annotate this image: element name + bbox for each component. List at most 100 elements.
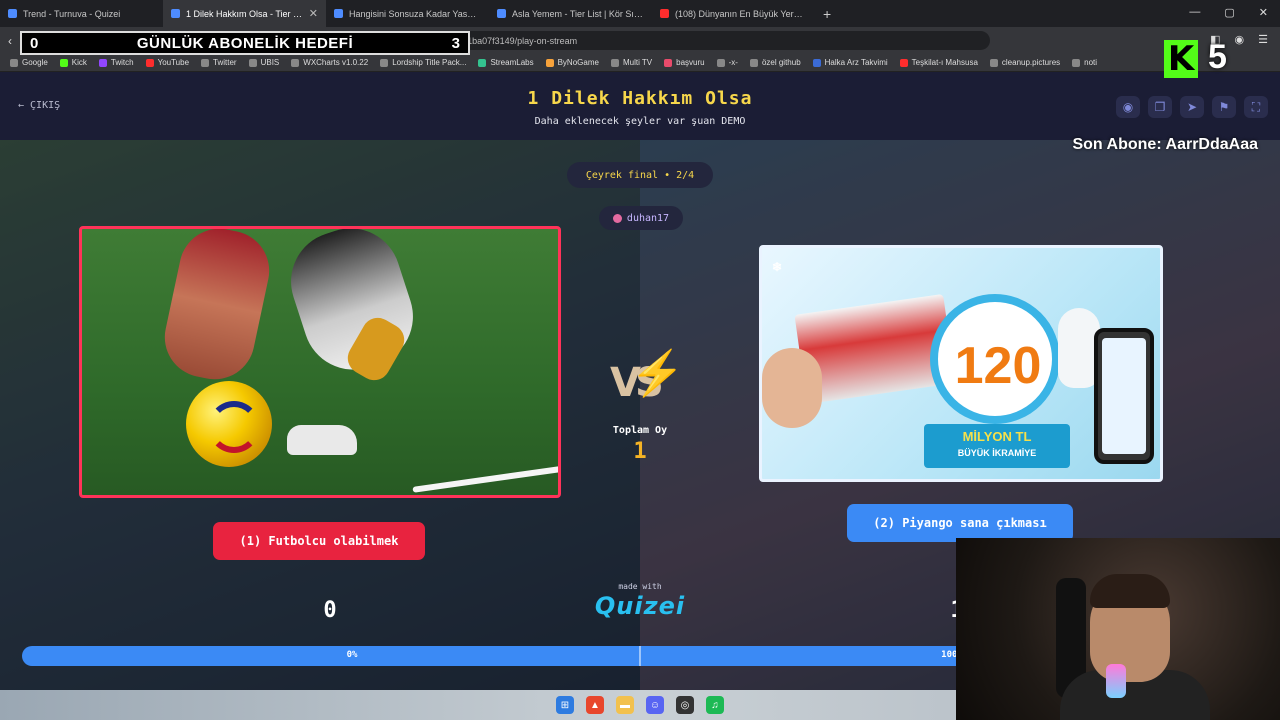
bookmark-icon xyxy=(145,58,154,67)
tab-title: Hangisini Sonsuza Kadar Yasaklardın? xyxy=(349,8,481,19)
tab-title: Asla Yemem - Tier List | Kör Sıralama xyxy=(512,8,644,19)
prize-number: 120 xyxy=(954,337,1042,395)
tab-title: Trend - Turnuva - Quizei xyxy=(23,8,121,19)
minimize-icon[interactable]: — xyxy=(1189,6,1200,19)
header-actions: ◉ ❐ ➤ ⚑ ⛶ xyxy=(1116,96,1268,118)
bookmark-icon xyxy=(59,58,68,67)
bookmarks-bar: Google Kick Twitch YouTube Twitter UBIS … xyxy=(0,54,1280,72)
eye-icon[interactable]: ◉ xyxy=(1116,96,1140,118)
bookmark-label: Teşkilat-ı Mahsusa xyxy=(911,58,978,67)
last-subscriber-overlay: Son Abone: AarrDdaAaa xyxy=(1072,136,1258,153)
page-subtitle: Daha eklenecek şeyler var şuan DEMO xyxy=(534,116,746,127)
bookmark-icon xyxy=(248,58,257,67)
bookmark-icon xyxy=(201,58,210,67)
goal-title: GÜNLÜK ABONELİK HEDEFİ xyxy=(136,34,354,52)
bookmark[interactable]: YouTube xyxy=(145,58,190,67)
goal-min: 0 xyxy=(30,34,39,52)
boot xyxy=(287,425,357,455)
bookmark-label: Halka Arz Takvimi xyxy=(824,58,888,67)
prize-line: MİLYON TL xyxy=(962,429,1032,444)
bookmark-icon xyxy=(10,58,18,67)
bookmark-label: Google xyxy=(22,58,48,67)
lightning-icon: ⚡ xyxy=(630,349,685,398)
bookmark[interactable]: Teşkilat-ı Mahsusa xyxy=(899,58,978,67)
left-option-image[interactable] xyxy=(79,226,561,498)
bookmark[interactable]: WXCharts v1.0.22 xyxy=(291,58,368,67)
browser-tab[interactable]: Asla Yemem - Tier List | Kör Sıralama xyxy=(489,0,652,27)
browser-tab[interactable]: Hangisini Sonsuza Kadar Yasaklardın? xyxy=(326,0,489,27)
webcam-overlay xyxy=(956,538,1280,720)
bookmark[interactable]: noti xyxy=(1072,58,1097,67)
quizei-favicon-icon xyxy=(8,9,17,18)
bookmark[interactable]: Google xyxy=(10,58,48,67)
bookmark-label: UBIS xyxy=(260,58,280,67)
right-option-image[interactable]: ❄ 120 MİLYON TL BÜYÜK İKRAMİYE xyxy=(759,245,1163,482)
bookmark-label: özel github xyxy=(761,58,801,67)
bookmark[interactable]: StreamLabs xyxy=(478,58,534,67)
football xyxy=(186,381,272,467)
profile-icon[interactable]: ◉ xyxy=(1235,33,1245,46)
bookmark-label: başvuru xyxy=(676,58,705,67)
bookmark-icon xyxy=(899,58,908,67)
total-votes-value: 1 xyxy=(633,439,647,464)
spotify-icon[interactable]: ♫ xyxy=(706,696,724,714)
bookmark[interactable]: Multi TV xyxy=(610,58,653,67)
youtube-favicon-icon xyxy=(660,9,669,18)
browser-tab[interactable]: Trend - Turnuva - Quizei xyxy=(0,0,163,27)
new-tab-button[interactable]: + xyxy=(815,6,839,22)
bookmark[interactable]: Kick xyxy=(59,58,87,67)
kick-logo-icon: K xyxy=(1164,39,1198,79)
bookmark[interactable]: özel github xyxy=(749,58,801,67)
bookmark-icon xyxy=(545,58,554,67)
progress-divider xyxy=(639,646,641,666)
close-window-icon[interactable]: ✕ xyxy=(1259,6,1268,19)
quizei-logo[interactable]: Quizei xyxy=(580,592,700,620)
bookmark-icon xyxy=(812,58,821,67)
window-controls: — ▢ ✕ xyxy=(1189,6,1268,19)
send-icon[interactable]: ➤ xyxy=(1180,96,1204,118)
bookmark[interactable]: UBIS xyxy=(248,58,280,67)
player-leg xyxy=(157,229,277,387)
tab-title: 1 Dilek Hakkım Olsa - Tier List, K... xyxy=(186,8,303,19)
discord-icon[interactable]: ☺ xyxy=(646,696,664,714)
bookmark-label: Lordship Title Pack... xyxy=(392,58,467,67)
close-icon[interactable]: ✕ xyxy=(309,7,318,20)
bookmark-icon xyxy=(664,58,673,67)
obs-icon[interactable]: ◎ xyxy=(676,696,694,714)
subscriber-goal-overlay: 0 GÜNLÜK ABONELİK HEDEFİ 3 xyxy=(20,31,470,55)
option-1-button[interactable]: (1) Futbolcu olabilmek xyxy=(213,522,425,560)
bookmark-label: ByNoGame xyxy=(557,58,599,67)
browser-tab-bar: Trend - Turnuva - Quizei 1 Dilek Hakkım … xyxy=(0,0,1280,27)
bookmark[interactable]: başvuru xyxy=(664,58,705,67)
fullscreen-icon[interactable]: ⛶ xyxy=(1244,96,1268,118)
brave-browser-icon[interactable]: ▲ xyxy=(586,696,604,714)
bookmark[interactable]: -x- xyxy=(716,58,738,67)
bookmark-label: Multi TV xyxy=(622,58,653,67)
bookmark-icon xyxy=(749,58,758,67)
bookmark[interactable]: Twitter xyxy=(201,58,237,67)
browser-tab[interactable]: (108) Dünyanın En Büyük Yeraltı Topl... xyxy=(652,0,815,27)
bookmark-label: noti xyxy=(1084,58,1098,67)
made-with-label: made with xyxy=(618,582,662,591)
menu-icon[interactable]: ☰ xyxy=(1258,33,1268,46)
maximize-icon[interactable]: ▢ xyxy=(1224,6,1234,19)
windows-start-icon[interactable]: ⊞ xyxy=(556,696,574,714)
left-score: 0 xyxy=(323,598,337,623)
flag-icon[interactable]: ⚑ xyxy=(1212,96,1236,118)
bookmark[interactable]: Halka Arz Takvimi xyxy=(812,58,888,67)
bookmark[interactable]: ByNoGame xyxy=(545,58,599,67)
bookmark-label: YouTube xyxy=(157,58,190,67)
bookmark[interactable]: Lordship Title Pack... xyxy=(380,58,466,67)
bookmark-icon xyxy=(380,58,389,67)
file-explorer-icon[interactable]: ▬ xyxy=(616,696,634,714)
bookmark[interactable]: cleanup.pictures xyxy=(989,58,1060,67)
option-2-button[interactable]: (2) Piyango sana çıkması xyxy=(847,504,1073,542)
phone xyxy=(1094,328,1154,464)
bookmark[interactable]: Twitch xyxy=(98,58,134,67)
bookmark-icon xyxy=(478,58,487,67)
lottery-logo: ❄ xyxy=(772,260,783,274)
browser-tab-active[interactable]: 1 Dilek Hakkım Olsa - Tier List, K... ✕ xyxy=(163,0,326,27)
back-icon[interactable]: ‹ xyxy=(8,34,12,48)
bookmark-icon xyxy=(98,58,107,67)
copy-icon[interactable]: ❐ xyxy=(1148,96,1172,118)
